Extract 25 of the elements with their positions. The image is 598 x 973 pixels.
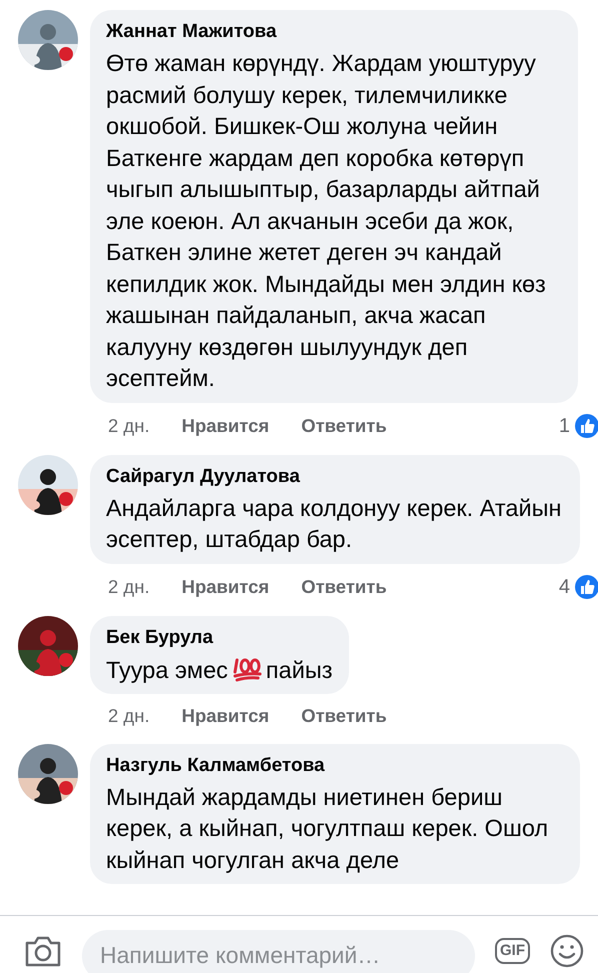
comment-text: Туура эмес пайыз (106, 654, 332, 686)
camera-icon[interactable] (24, 934, 62, 966)
author-name[interactable]: Назгуль Калмамбетова (106, 754, 564, 778)
gif-button[interactable]: GIF (495, 938, 530, 964)
reaction-count[interactable]: 1 (558, 410, 570, 440)
comment-input[interactable]: Напишите комментарий… (82, 930, 475, 973)
reply-link[interactable]: Ответить (301, 572, 387, 600)
reply-link[interactable]: Ответить (301, 702, 387, 730)
like-icon (574, 412, 598, 438)
comment-text: Өтө жаман көрүндү. Жардам уюштуруу расмий болушу керек, тилемчиликке окшобой. Бишкек-Ош жолуна чейин Баткенге жардам деп коробка көтөрүп чыгып алышыптыр, базарларды айтпай эле коеюн. Ал акчанын эсеби да жок, Баткен элине жетет деген эч кандай кепилдик жок. Мындайды мен элдин көз жашынан пайдаланып, акча жасап калууну көздөгөн шылуундук деп эсептейм. (106, 49, 547, 393)
author-name[interactable]: Сайрагул Дуулатова (106, 464, 564, 488)
emoji-icon[interactable] (550, 934, 584, 968)
timestamp: 2 дн. (108, 704, 150, 728)
author-name[interactable]: Бек Бурула (106, 626, 332, 650)
comment-text: Андайларга чара колдонуу керек. Атайын эсептер, штабдар бар. (106, 494, 562, 554)
like-link[interactable]: Нравится (182, 572, 270, 600)
like-link[interactable]: Нравится (182, 702, 270, 730)
reaction-count[interactable]: 4 (558, 572, 570, 602)
like-link[interactable]: Нравится (182, 412, 270, 440)
timestamp: 2 дн. (108, 574, 150, 599)
reply-link[interactable]: Ответить (301, 412, 387, 440)
like-icon (574, 574, 598, 600)
comment-text: Мындай жардамды ниетинен бериш керек, а кыйнап, чогултпаш керек. Ошол кыйнап чогулган акча деле (106, 782, 550, 875)
timestamp: 2 дн. (108, 414, 150, 438)
author-name[interactable]: Жаннат Мажитова (106, 20, 562, 44)
